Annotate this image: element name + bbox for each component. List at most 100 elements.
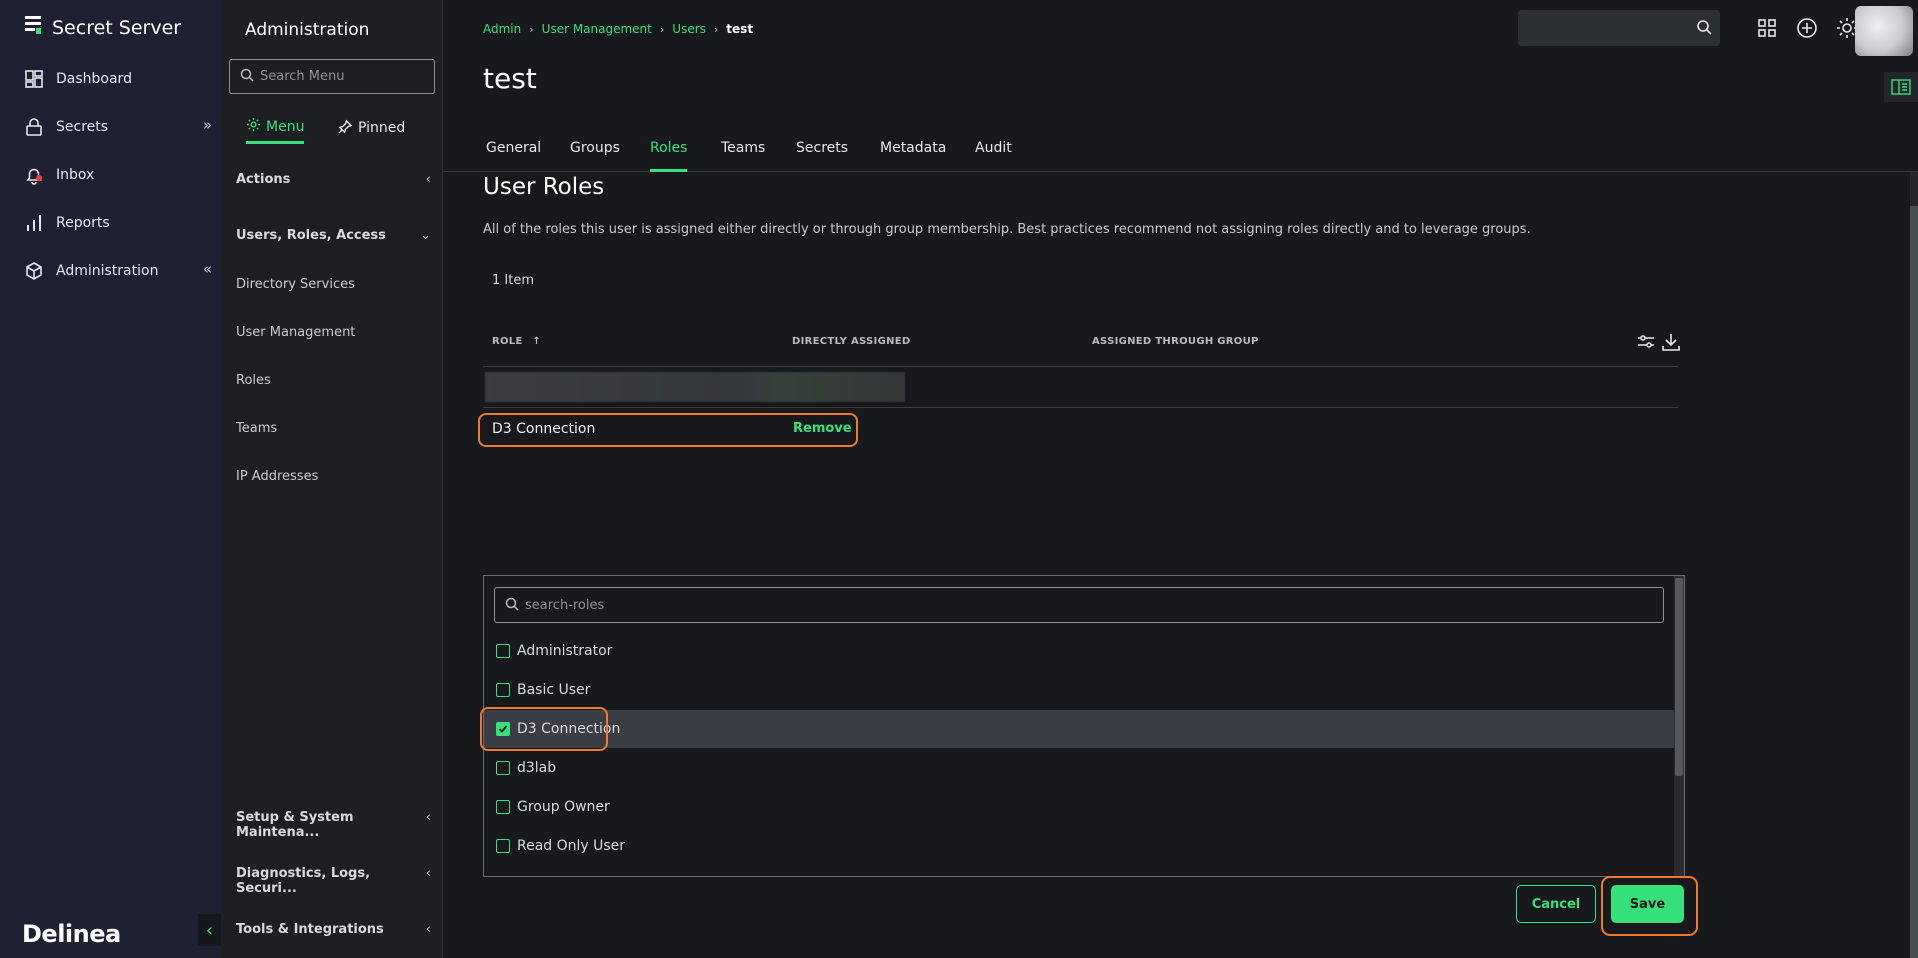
menu-section-setup[interactable]: Setup & System Maintena... ‹ bbox=[236, 810, 431, 840]
section-label: Diagnostics, Logs, Securi... bbox=[236, 866, 371, 896]
nav-item-dashboard[interactable]: Dashboard bbox=[22, 64, 212, 94]
collapse-nav-button[interactable]: ‹ bbox=[198, 914, 221, 946]
tab-secrets[interactable]: Secrets bbox=[796, 140, 848, 172]
table-divider bbox=[483, 407, 1678, 408]
bar-chart-icon bbox=[22, 211, 46, 235]
add-circle-icon[interactable] bbox=[1794, 15, 1820, 41]
cancel-button[interactable]: Cancel bbox=[1516, 885, 1596, 923]
column-header-role[interactable]: ROLE ↑ bbox=[492, 336, 541, 347]
collapse-chevron-icon[interactable]: « bbox=[203, 260, 212, 278]
expand-chevron-icon[interactable]: » bbox=[203, 116, 212, 134]
tab-menu[interactable]: Menu bbox=[246, 112, 305, 144]
side-panel-toggle-icon[interactable] bbox=[1884, 72, 1918, 102]
cube-icon bbox=[22, 259, 46, 283]
user-tabs: General Groups Roles Teams Secrets Metad… bbox=[443, 136, 1918, 172]
tab-general[interactable]: General bbox=[486, 140, 541, 172]
menu-section-tools[interactable]: Tools & Integrations ‹ bbox=[236, 922, 431, 937]
apps-grid-icon[interactable] bbox=[1754, 15, 1780, 41]
checkbox[interactable] bbox=[496, 644, 510, 658]
table-divider bbox=[483, 366, 1678, 367]
menu-link-roles[interactable]: Roles bbox=[236, 373, 271, 388]
menu-title: Administration bbox=[245, 20, 370, 40]
nav-item-inbox[interactable]: Inbox bbox=[22, 160, 212, 190]
bell-icon bbox=[22, 163, 46, 187]
tab-metadata[interactable]: Metadata bbox=[880, 140, 946, 172]
role-search bbox=[494, 587, 1664, 623]
avatar[interactable] bbox=[1855, 6, 1913, 56]
lock-icon bbox=[22, 115, 46, 139]
search-icon[interactable] bbox=[1696, 19, 1712, 39]
main-scroll-thumb[interactable] bbox=[1910, 206, 1918, 958]
menu-section-actions[interactable]: Actions ‹ bbox=[236, 172, 431, 187]
chevron-right-icon: › bbox=[713, 22, 719, 36]
tab-pinned[interactable]: Pinned bbox=[338, 112, 405, 144]
page-title: test bbox=[483, 62, 537, 95]
checkbox[interactable] bbox=[496, 683, 510, 697]
tab-audit[interactable]: Audit bbox=[975, 140, 1012, 172]
nav-item-secrets[interactable]: Secrets » bbox=[22, 112, 212, 142]
primary-nav: Secret Server Dashboard Secrets » Inbox … bbox=[0, 0, 221, 958]
role-search-input[interactable] bbox=[525, 597, 1625, 613]
breadcrumb-user-management[interactable]: User Management bbox=[542, 22, 652, 36]
role-option-read-only-user[interactable]: Read Only User bbox=[484, 827, 1674, 865]
menu-link-teams[interactable]: Teams bbox=[236, 421, 277, 436]
item-count: 1 Item bbox=[492, 273, 534, 288]
search-icon bbox=[240, 68, 254, 86]
column-header-assigned-through-group[interactable]: ASSIGNED THROUGH GROUP bbox=[1092, 336, 1259, 347]
breadcrumb-admin[interactable]: Admin bbox=[483, 22, 521, 36]
menu-link-directory-services[interactable]: Directory Services bbox=[236, 277, 355, 292]
menu-section-users[interactable]: Users, Roles, Access ⌄ bbox=[236, 228, 431, 243]
secret-server-logo-icon bbox=[22, 14, 44, 41]
column-label: ROLE bbox=[492, 336, 523, 347]
delinea-logo: Delinea bbox=[22, 920, 121, 948]
chevron-left-icon: ‹ bbox=[425, 810, 431, 825]
checkbox[interactable] bbox=[496, 800, 510, 814]
section-description: All of the roles this user is assigned e… bbox=[483, 222, 1531, 237]
section-label: Tools & Integrations bbox=[236, 922, 384, 937]
section-label: Actions bbox=[236, 172, 291, 187]
role-option-basic-user[interactable]: Basic User bbox=[484, 671, 1674, 709]
pin-icon bbox=[338, 119, 353, 138]
nav-item-reports[interactable]: Reports bbox=[22, 208, 212, 238]
save-button[interactable]: Save bbox=[1611, 885, 1684, 923]
role-option-d3-connection[interactable]: D3 Connection bbox=[484, 710, 1674, 748]
menu-link-ip-addresses[interactable]: IP Addresses bbox=[236, 469, 318, 484]
sort-arrow-up-icon: ↑ bbox=[532, 336, 542, 347]
remove-role-link[interactable]: Remove bbox=[793, 421, 852, 436]
tab-groups[interactable]: Groups bbox=[570, 140, 620, 172]
admin-menu: Administration Menu Pinned Actions ‹ User… bbox=[221, 0, 443, 958]
main-scrollbar[interactable] bbox=[1910, 172, 1918, 958]
gear-icon bbox=[246, 117, 261, 136]
picker-scrollbar[interactable] bbox=[1674, 576, 1684, 876]
picker-scroll-thumb[interactable] bbox=[1675, 578, 1683, 776]
checkbox[interactable] bbox=[496, 761, 510, 775]
role-option-group-owner[interactable]: Group Owner bbox=[484, 788, 1674, 826]
chevron-left-icon: ‹ bbox=[425, 172, 431, 187]
nav-item-administration[interactable]: Administration « bbox=[22, 256, 212, 286]
brand-name: Secret Server bbox=[52, 16, 182, 39]
tab-roles[interactable]: Roles bbox=[650, 140, 688, 172]
global-search-input[interactable] bbox=[1518, 10, 1683, 46]
brand[interactable]: Secret Server bbox=[22, 14, 181, 41]
search-icon bbox=[505, 596, 519, 615]
role-option-d3lab[interactable]: d3lab bbox=[484, 749, 1674, 787]
role-picker: Administrator Basic User D3 Connection d… bbox=[480, 575, 1685, 877]
role-option-administrator[interactable]: Administrator bbox=[484, 632, 1674, 670]
option-label: Group Owner bbox=[517, 799, 610, 815]
option-label: d3lab bbox=[517, 760, 557, 776]
checkbox[interactable] bbox=[496, 839, 510, 853]
nav-label: Administration bbox=[56, 263, 159, 279]
download-icon[interactable] bbox=[1660, 331, 1682, 357]
role-name: D3 Connection bbox=[492, 421, 596, 437]
chevron-left-icon: ‹ bbox=[425, 922, 431, 937]
filter-settings-icon[interactable] bbox=[1636, 333, 1656, 355]
menu-section-diagnostics[interactable]: Diagnostics, Logs, Securi... ‹ bbox=[236, 866, 431, 896]
nav-label: Dashboard bbox=[56, 71, 132, 87]
option-label: Read Only User bbox=[517, 838, 626, 854]
breadcrumb-users[interactable]: Users bbox=[672, 22, 706, 36]
menu-link-user-management[interactable]: User Management bbox=[236, 325, 355, 340]
chevron-down-icon: ⌄ bbox=[420, 228, 431, 243]
tab-teams[interactable]: Teams bbox=[721, 140, 765, 172]
column-header-directly-assigned[interactable]: DIRECTLY ASSIGNED bbox=[792, 336, 910, 347]
menu-search-input[interactable] bbox=[260, 69, 430, 84]
